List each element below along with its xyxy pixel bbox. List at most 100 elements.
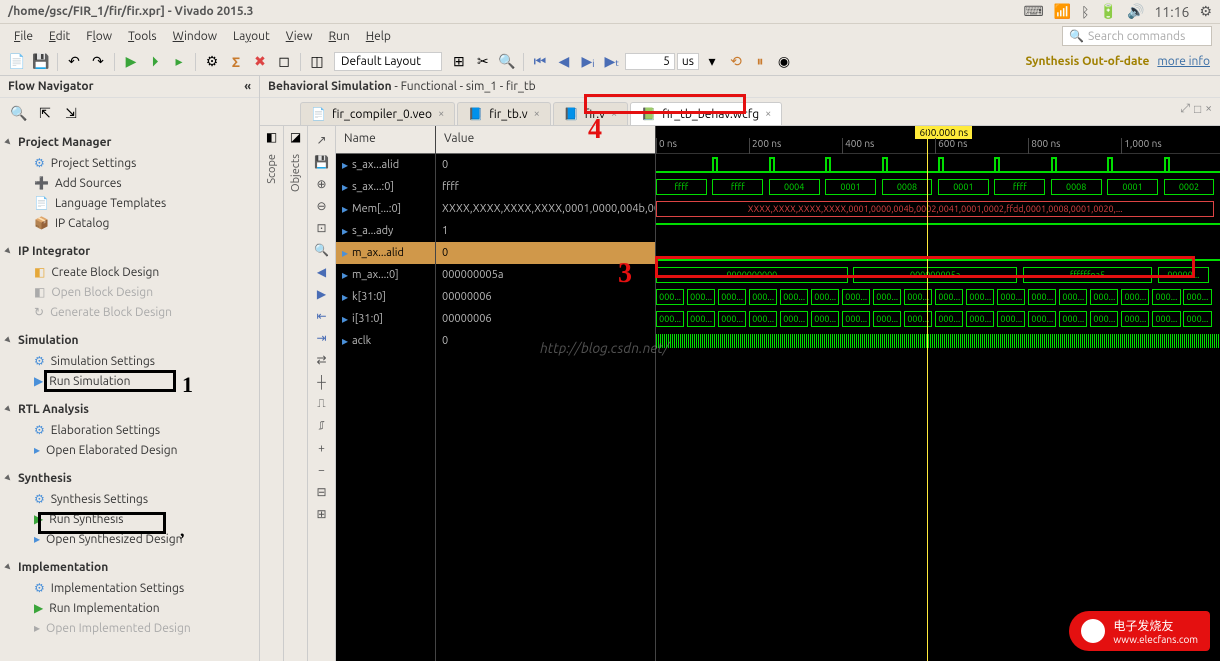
run-time-input[interactable]: [625, 53, 675, 70]
sigma-icon[interactable]: Σ: [225, 51, 247, 73]
save-icon[interactable]: 💾: [30, 51, 52, 73]
add-marker-icon[interactable]: ┼: [312, 372, 332, 392]
tree-section-synthesis[interactable]: Synthesis: [0, 468, 259, 489]
signal-name[interactable]: ▸ k[31:0]: [336, 286, 435, 308]
run-for-icon[interactable]: ▶ₜ: [601, 51, 623, 73]
signal-name[interactable]: ▸ m_ax...alid: [336, 242, 435, 264]
next-edge-icon[interactable]: ▶: [312, 284, 332, 304]
tree-item-add-sources[interactable]: ➕Add Sources: [0, 173, 259, 193]
close-icon[interactable]: ×: [765, 108, 771, 120]
clip-icon[interactable]: ✂: [472, 51, 494, 73]
menu-help[interactable]: Help: [360, 28, 397, 45]
tab-fir_compiler_0-veo[interactable]: 📄fir_compiler_0.veo×: [300, 102, 455, 125]
signal-name[interactable]: ▸ m_ax...:0]: [336, 264, 435, 286]
play-icon[interactable]: ▶: [120, 51, 142, 73]
first-icon[interactable]: ⏮: [529, 51, 551, 73]
new-icon[interactable]: 📄: [6, 51, 28, 73]
signal-name[interactable]: ▸ s_a...ady: [336, 220, 435, 242]
search-icon[interactable]: 🔍: [8, 102, 30, 124]
stop-icon[interactable]: ▸: [168, 51, 190, 73]
signal-name[interactable]: ▸ s_ax...:0]: [336, 176, 435, 198]
remove-icon[interactable]: −: [312, 460, 332, 480]
waveform-viewer[interactable]: Name ▸ s_ax...alid▸ s_ax...:0]▸ Mem[...:…: [336, 126, 1220, 661]
signal-name[interactable]: ▸ s_ax...alid: [336, 154, 435, 176]
cursor-line[interactable]: [927, 126, 928, 661]
waveform-canvas[interactable]: 600.000 ns0 ns200 ns400 ns600 ns800 ns1,…: [656, 126, 1220, 661]
menu-tools[interactable]: Tools: [122, 28, 163, 45]
find-icon[interactable]: 🔍: [496, 51, 518, 73]
pin-icon[interactable]: «: [244, 80, 251, 93]
add-icon[interactable]: +: [312, 438, 332, 458]
menu-run[interactable]: Run: [323, 28, 356, 45]
signal-name[interactable]: ▸ aclk: [336, 330, 435, 352]
tree-section-simulation[interactable]: Simulation: [0, 330, 259, 351]
menu-file[interactable]: File: [8, 28, 39, 45]
expand-icon[interactable]: ⇲: [60, 102, 82, 124]
undo-icon[interactable]: ↶: [63, 51, 85, 73]
tree-item-implementation-settings[interactable]: ⚙Implementation Settings: [0, 578, 259, 598]
tree-item-elaboration-settings[interactable]: ⚙Elaboration Settings: [0, 420, 259, 440]
tree-section-rtl-analysis[interactable]: RTL Analysis: [0, 399, 259, 420]
signal-name[interactable]: ▸ Mem[...:0]: [336, 198, 435, 220]
time-unit-combo[interactable]: us: [677, 53, 699, 70]
tab-fir_tb_behav-wcfg[interactable]: 📗fir_tb_behav.wcfg×: [630, 102, 782, 125]
save-wave-icon[interactable]: 💾: [312, 152, 332, 172]
zoom-in-icon[interactable]: ⊕: [312, 174, 332, 194]
close-panel-icon[interactable]: ×: [1205, 102, 1212, 116]
menu-edit[interactable]: Edit: [43, 28, 76, 45]
pause-icon[interactable]: ⏸: [749, 51, 771, 73]
prev-edge-icon[interactable]: ◀: [312, 262, 332, 282]
cancel-icon[interactable]: ✖: [249, 51, 271, 73]
step-icon[interactable]: ▶ᵢ: [577, 51, 599, 73]
tree-item-language-templates[interactable]: 📄Language Templates: [0, 193, 259, 213]
layout-combo[interactable]: Default Layout: [334, 52, 442, 71]
tree-item-create-block-design[interactable]: ◧Create Block Design: [0, 262, 259, 282]
next-tr-icon[interactable]: ⇥: [312, 328, 332, 348]
tree-item-simulation-settings[interactable]: ⚙Simulation Settings: [0, 351, 259, 371]
close-icon[interactable]: ×: [438, 108, 444, 120]
window-icon[interactable]: ⊞: [448, 51, 470, 73]
dropdown-icon[interactable]: ▾: [701, 51, 723, 73]
tree-item-open-elaborated-design[interactable]: ▸Open Elaborated Design: [0, 440, 259, 460]
rising-icon[interactable]: ⎍: [312, 394, 332, 414]
tree-item-ip-catalog[interactable]: 📦IP Catalog: [0, 213, 259, 233]
menu-window[interactable]: Window: [167, 28, 223, 45]
restore-icon[interactable]: ⤢: [1180, 102, 1190, 116]
prev-icon[interactable]: ◀: [553, 51, 575, 73]
menu-layout[interactable]: Layout: [227, 28, 276, 45]
tab-fir_tb-v[interactable]: 📘fir_tb.v×: [457, 102, 551, 125]
tree-section-project-manager[interactable]: Project Manager: [0, 132, 259, 153]
more-info-link[interactable]: more info: [1157, 55, 1214, 68]
ungroup-icon[interactable]: ⊞: [312, 504, 332, 524]
settings-icon[interactable]: ⚙: [201, 51, 223, 73]
tree-item-open-synthesized-design[interactable]: ▸Open Synthesized Design: [0, 529, 259, 549]
goto-icon[interactable]: ↗: [312, 130, 332, 150]
break-icon[interactable]: ◉: [773, 51, 795, 73]
tree-item-run-simulation[interactable]: ▶Run Simulation: [0, 371, 259, 391]
tree-item-project-settings[interactable]: ⚙Project Settings: [0, 153, 259, 173]
settings-icon[interactable]: ⚙: [1199, 3, 1212, 20]
tree-item-run-implementation[interactable]: ▶Run Implementation: [0, 598, 259, 618]
zoom-cursor-icon[interactable]: 🔍: [312, 240, 332, 260]
tree-item-synthesis-settings[interactable]: ⚙Synthesis Settings: [0, 489, 259, 509]
restart-icon[interactable]: ⟲: [725, 51, 747, 73]
scope-panel[interactable]: ◧ Scope: [260, 126, 284, 661]
menu-flow[interactable]: Flow: [80, 28, 118, 45]
layout-icon[interactable]: ◫: [306, 51, 328, 73]
zoom-out-icon[interactable]: ⊖: [312, 196, 332, 216]
box-icon[interactable]: ◻: [273, 51, 295, 73]
tree-section-implementation[interactable]: Implementation: [0, 557, 259, 578]
tree-section-ip-integrator[interactable]: IP Integrator: [0, 241, 259, 262]
swap-icon[interactable]: ⇄: [312, 350, 332, 370]
objects-panel[interactable]: ◪ Objects: [284, 126, 308, 661]
group-icon[interactable]: ⊟: [312, 482, 332, 502]
zoom-fit-icon[interactable]: ⊡: [312, 218, 332, 238]
falling-icon[interactable]: ⎎: [312, 416, 332, 436]
collapse-icon[interactable]: ⇱: [34, 102, 56, 124]
signal-name[interactable]: ▸ i[31:0]: [336, 308, 435, 330]
menu-view[interactable]: View: [280, 28, 319, 45]
play2-icon[interactable]: ⏵: [144, 51, 166, 73]
close-icon[interactable]: ×: [611, 108, 617, 120]
command-search[interactable]: 🔍 Search commands: [1062, 26, 1212, 46]
tree-item-run-synthesis[interactable]: ▶Run Synthesis: [0, 509, 259, 529]
